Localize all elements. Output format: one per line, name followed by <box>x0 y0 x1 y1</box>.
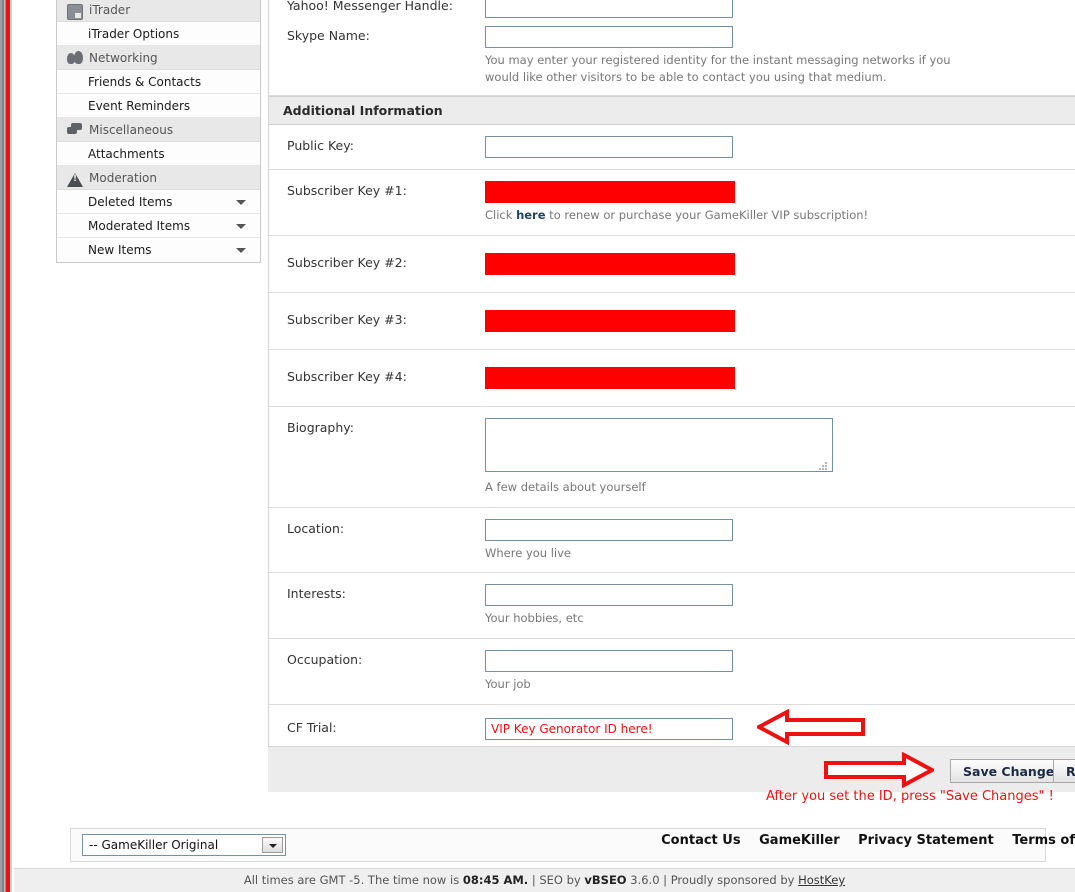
public-key-label: Public Key: <box>287 138 354 154</box>
public-key-input[interactable] <box>485 136 733 159</box>
sidebar-item-label: Friends & Contacts <box>88 75 202 89</box>
chevron-down-icon[interactable] <box>236 224 246 229</box>
sidebar-item-label: Attachments <box>88 147 165 161</box>
form-row-yahoo: Yahoo! Messenger Handle: <box>269 0 1075 24</box>
subscriber-key-1-redacted-value[interactable] <box>485 181 735 204</box>
sidebar-group-moderation[interactable]: Moderation <box>57 166 260 190</box>
status-time-value: 08:45 AM. <box>462 873 529 887</box>
interests-label: Interests: <box>287 586 346 602</box>
sidebar-item-label: Event Reminders <box>88 99 191 113</box>
status-seo-version: 3.6.0 | Proudly sponsored by <box>626 873 799 887</box>
edit-profile-form: Yahoo! Messenger Handle: Skype Name: You… <box>268 0 1075 753</box>
form-row-occupation: Occupation: Your job <box>269 639 1075 705</box>
chevron-down-icon[interactable] <box>262 837 283 853</box>
sidebar-group-label: Miscellaneous <box>89 122 174 137</box>
style-select[interactable]: -- GameKiller Original <box>82 834 286 856</box>
sidebar-item-label: New Items <box>88 243 152 257</box>
footer-status-bar: All times are GMT -5. The time now is 08… <box>14 868 1075 892</box>
occupation-input[interactable] <box>485 650 733 673</box>
form-row-subscriber-key-1: Subscriber Key #1: Click here to renew o… <box>269 170 1075 237</box>
hint-text-before: Click <box>485 208 517 223</box>
cf-trial-input[interactable] <box>485 717 733 740</box>
occupation-label: Occupation: <box>287 652 363 668</box>
biography-hint: A few details about yourself <box>485 480 646 495</box>
subscriber-key-4-label: Subscriber Key #4: <box>287 369 407 385</box>
location-label: Location: <box>287 520 345 536</box>
warning-triangle-icon <box>67 171 83 187</box>
form-actions-bar: Save Changes Reset <box>268 746 1075 792</box>
style-select-value: -- GameKiller Original <box>89 838 219 852</box>
sidebar-item-label: Deleted Items <box>88 195 173 209</box>
interests-hint: Your hobbies, etc <box>485 611 584 626</box>
status-seo-label: | SEO by <box>528 873 585 887</box>
occupation-hint: Your job <box>485 677 531 692</box>
footer-links: Contact Us GameKiller Privacy Statement … <box>647 833 1075 848</box>
subscriber-key-3-redacted-value[interactable] <box>485 310 735 333</box>
sidebar-item-attachments[interactable]: Attachments <box>57 142 260 166</box>
sidebar-group-itrader[interactable]: iTrader <box>57 0 260 22</box>
location-input[interactable] <box>485 518 733 541</box>
footer-link-terms-of-service[interactable]: Terms of <box>1012 833 1075 848</box>
status-sponsor-link[interactable]: HostKey <box>798 873 845 887</box>
subscriber-key-2-redacted-value[interactable] <box>485 253 735 276</box>
form-row-biography: Biography: A few details about yourself <box>269 407 1075 508</box>
biography-textarea[interactable] <box>485 418 833 473</box>
sidebar-group-label: iTrader <box>89 2 131 17</box>
hint-text-after: to renew or purchase your GameKiller VIP… <box>545 208 869 223</box>
vip-subscription-link[interactable]: here <box>516 208 545 222</box>
yahoo-handle-input[interactable] <box>485 0 733 18</box>
status-time-prefix: All times are GMT -5. The time now is <box>243 873 463 887</box>
sidebar-item-new-items[interactable]: New Items <box>57 238 260 262</box>
people-icon <box>67 50 83 66</box>
form-row-public-key: Public Key: <box>269 125 1075 171</box>
sidebar-item-event-reminders[interactable]: Event Reminders <box>57 94 260 118</box>
form-row-location: Location: Where you live <box>269 508 1075 574</box>
subscriber-key-2-label: Subscriber Key #2: <box>287 255 407 271</box>
sidebar-item-deleted-items[interactable]: Deleted Items <box>57 190 260 214</box>
subscriber-key-1-label: Subscriber Key #1: <box>287 183 407 199</box>
chevron-down-icon[interactable] <box>236 200 246 205</box>
speech-bubbles-icon <box>67 122 83 138</box>
sidebar-item-label: iTrader Options <box>88 27 180 41</box>
section-header-additional-information: Additional Information <box>269 96 1075 126</box>
interests-input[interactable] <box>485 584 733 607</box>
sidebar-item-label: Moderated Items <box>88 219 191 233</box>
subscriber-key-3-label: Subscriber Key #3: <box>287 312 407 328</box>
status-seo-name: vBSEO <box>584 873 627 887</box>
footer-link-gamekiller[interactable]: GameKiller <box>759 833 839 848</box>
itrader-icon <box>67 3 83 20</box>
form-row-subscriber-key-2: Subscriber Key #2: <box>269 236 1075 294</box>
form-row-interests: Interests: Your hobbies, etc <box>269 573 1075 640</box>
skype-name-input[interactable] <box>485 26 733 48</box>
skype-label: Skype Name: <box>287 28 370 43</box>
subscriber-key-4-redacted-value[interactable] <box>485 367 735 390</box>
sidebar-item-itrader-options[interactable]: iTrader Options <box>57 22 260 46</box>
cf-trial-label: CF Trial: <box>287 719 337 735</box>
form-row-subscriber-key-4: Subscriber Key #4: <box>269 350 1075 408</box>
subscriber-key-1-hint: Click here to renew or purchase your Gam… <box>485 207 965 224</box>
form-row-subscriber-key-3: Subscriber Key #3: <box>269 293 1075 351</box>
sidebar-group-label: Moderation <box>89 170 157 185</box>
form-row-skype: Skype Name: You may enter your registere… <box>269 24 1075 97</box>
page-body: iTrader iTrader Options Networking Frien… <box>14 0 1075 892</box>
profile-sidebar-nav: iTrader iTrader Options Networking Frien… <box>56 0 261 263</box>
window-left-edge <box>0 0 14 892</box>
sidebar-group-miscellaneous[interactable]: Miscellaneous <box>57 118 260 142</box>
reset-button[interactable]: Reset <box>1053 759 1075 783</box>
location-hint: Where you live <box>485 545 571 560</box>
sidebar-group-networking[interactable]: Networking <box>57 46 260 70</box>
yahoo-label: Yahoo! Messenger Handle: <box>287 0 453 13</box>
footer-link-contact-us[interactable]: Contact Us <box>661 833 740 848</box>
sidebar-item-moderated-items[interactable]: Moderated Items <box>57 214 260 238</box>
sidebar-item-friends-contacts[interactable]: Friends & Contacts <box>57 70 260 94</box>
sidebar-group-label: Networking <box>89 50 158 65</box>
chevron-down-icon[interactable] <box>236 248 246 253</box>
footer-link-privacy-statement[interactable]: Privacy Statement <box>858 833 994 848</box>
messaging-hint: You may enter your registered identity f… <box>485 53 951 84</box>
biography-label: Biography: <box>287 420 354 436</box>
